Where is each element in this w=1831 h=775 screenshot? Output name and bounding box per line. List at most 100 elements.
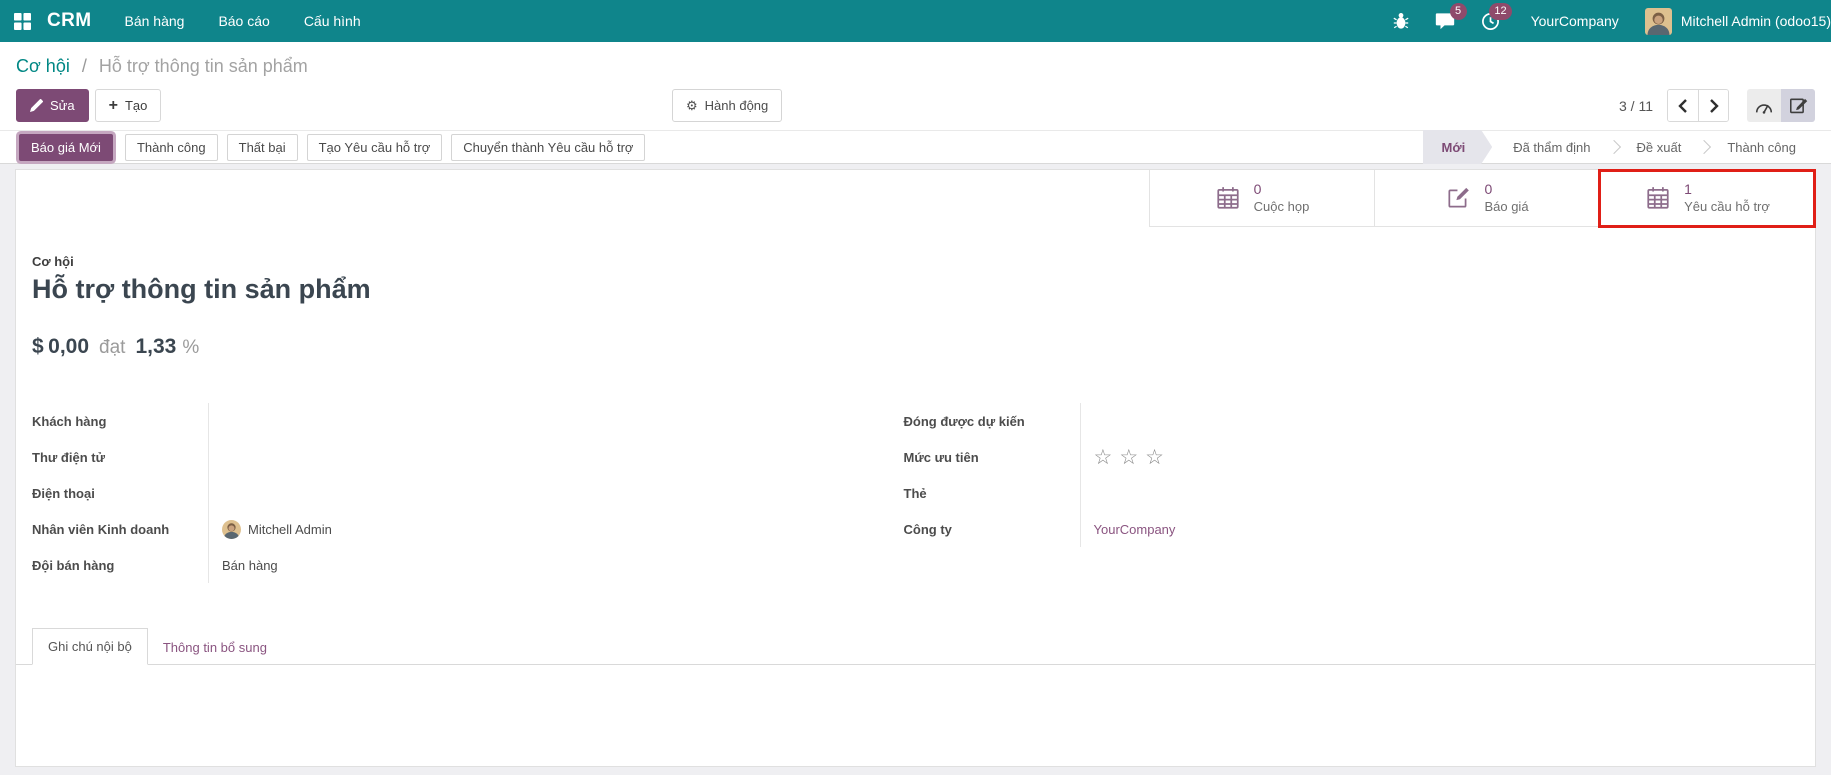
activities-button[interactable]: 12	[1468, 0, 1513, 42]
stage-moi[interactable]: Mới	[1423, 130, 1493, 164]
field-label-phone: Điện thoại	[32, 485, 95, 501]
app-name[interactable]: CRM	[47, 10, 91, 32]
statusbar-button-thanh-cong[interactable]: Thành công	[124, 133, 218, 161]
field-row: Thư điện tử	[32, 439, 904, 475]
pager-next-button[interactable]	[1698, 90, 1728, 121]
stat-helpdesk-value: 1	[1684, 181, 1692, 198]
stage-da-tham-dinh-label: Đã thẩm định	[1513, 139, 1591, 155]
notebook-tabs: Ghi chú nội bộ Thông tin bổ sung	[16, 628, 1815, 665]
stat-button-helpdesk[interactable]: 1 Yêu cầu hỗ trợ	[1598, 169, 1816, 228]
field-label-tags: Thẻ	[903, 485, 927, 501]
currency-symbol: $	[32, 335, 44, 358]
stat-button-quotations[interactable]: 0 Báo giá	[1374, 170, 1599, 227]
action-menu-label: Hành động	[704, 98, 769, 113]
action-menu-button[interactable]: ⚙ Hành động	[672, 89, 783, 122]
pager-buttons	[1667, 89, 1729, 122]
field-value-email	[208, 439, 904, 475]
field-value-salesperson: Mitchell Admin	[208, 511, 904, 547]
pager-counter: 3 / 11	[1619, 97, 1653, 114]
stage-de-xuat[interactable]: Đề xuất	[1616, 130, 1703, 164]
breadcrumb-parent[interactable]: Cơ hội	[16, 56, 70, 76]
stat-meetings-label: Cuộc họp	[1253, 198, 1310, 214]
menu-cau-hinh[interactable]: Cấu hình	[287, 0, 378, 42]
company-switcher[interactable]: YourCompany	[1513, 13, 1637, 29]
tab-internal-notes[interactable]: Ghi chú nội bộ	[32, 628, 148, 665]
field-row: Thẻ	[904, 475, 1776, 511]
field-value-tags	[1079, 475, 1776, 511]
form-view-button[interactable]	[1781, 89, 1815, 122]
stage-thanh-cong[interactable]: Thành công	[1706, 130, 1817, 164]
statusbar-button-that-bai[interactable]: Thất bại	[226, 133, 298, 161]
breadcrumb: Cơ hội / Hỗ trợ thông tin sản phẩm	[16, 56, 1815, 77]
view-switcher	[1747, 89, 1815, 122]
priority-stars: ☆ ☆ ☆	[1094, 447, 1164, 468]
field-value-phone	[208, 475, 904, 511]
breadcrumb-current: Hỗ trợ thông tin sản phẩm	[98, 56, 308, 76]
apps-menu-button[interactable]	[0, 0, 41, 42]
field-row: Mức ưu tiên ☆ ☆ ☆	[904, 439, 1776, 475]
tab-extra-info[interactable]: Thông tin bổ sung	[148, 630, 282, 665]
probability-value: 1,33	[135, 335, 177, 358]
field-label-customer: Khách hàng	[32, 413, 107, 429]
kanban-view-button[interactable]	[1747, 89, 1781, 122]
create-button-label: Tạo	[124, 98, 148, 113]
messages-badge: 5	[1449, 3, 1467, 20]
stat-button-meetings[interactable]: 0 Cuộc họp	[1149, 170, 1374, 227]
top-navbar: CRM Bán hàng Báo cáo Cấu hình 5 12 YourC…	[0, 0, 1831, 42]
field-label-expected-closing: Đóng được dự kiến	[903, 413, 1025, 429]
user-menu[interactable]: Mitchell Admin (odoo15)	[1637, 7, 1831, 35]
field-label-priority: Mức ưu tiên	[903, 449, 979, 465]
star-icon[interactable]: ☆	[1145, 447, 1164, 468]
form-edit-icon	[1789, 97, 1808, 114]
salesperson-name: Mitchell Admin	[248, 521, 332, 537]
stage-da-tham-dinh[interactable]: Đã thẩm định	[1492, 130, 1611, 164]
user-avatar	[1644, 7, 1672, 35]
stat-helpdesk-label: Yêu cầu hỗ trợ	[1684, 198, 1770, 214]
percent-sign: %	[182, 337, 200, 358]
create-button[interactable]: + Tạo	[94, 89, 162, 122]
activities-badge: 12	[1489, 3, 1512, 20]
field-value-priority: ☆ ☆ ☆	[1079, 439, 1776, 475]
plus-icon: +	[108, 96, 118, 114]
company-link[interactable]: YourCompany	[1094, 522, 1176, 537]
field-row: Nhân viên Kinh doanh Mitchell Admin	[32, 511, 904, 547]
field-row: Đóng được dự kiến	[904, 403, 1776, 439]
bug-icon	[1393, 12, 1409, 30]
gear-icon: ⚙	[686, 97, 698, 113]
menu-ban-hang[interactable]: Bán hàng	[107, 0, 201, 42]
statusbar-button-chuyen-thanh-yeu-cau[interactable]: Chuyển thành Yêu cầu hỗ trợ	[451, 133, 646, 161]
field-group-left: Khách hàng Thư điện tử Điện thoại Nhân v…	[32, 403, 904, 583]
control-panel: Cơ hội / Hỗ trợ thông tin sản phẩm Sửa +…	[0, 42, 1831, 130]
menu-bao-cao[interactable]: Báo cáo	[201, 0, 286, 42]
statusbar-button-tao-yeu-cau[interactable]: Tạo Yêu cầu hỗ trợ	[306, 133, 443, 161]
debug-button[interactable]	[1380, 0, 1422, 42]
messages-button[interactable]: 5	[1422, 0, 1468, 42]
stat-meetings-value: 0	[1253, 181, 1262, 198]
statusbar-buttons: Báo giá Mới Thành công Thất bại Tạo Yêu …	[16, 133, 646, 161]
record-type-label: Cơ hội	[32, 254, 74, 269]
field-row: Khách hàng	[32, 403, 904, 439]
star-icon[interactable]: ☆	[1119, 447, 1138, 468]
pager-previous-button[interactable]	[1668, 90, 1698, 121]
stat-quotations-label: Báo giá	[1484, 198, 1529, 214]
pager-area: 3 / 11	[1619, 89, 1815, 122]
field-label-company: Công ty	[903, 521, 952, 537]
navbar-right: 5 12 YourCompany Mitchell Admin (odoo15)	[1380, 0, 1831, 42]
star-icon[interactable]: ☆	[1094, 447, 1113, 468]
field-value-sales-team: Bán hàng	[208, 547, 904, 583]
field-row: Công ty YourCompany	[904, 511, 1776, 547]
user-name: Mitchell Admin (odoo15)	[1680, 13, 1831, 29]
stat-quotations-value: 0	[1484, 181, 1493, 198]
stat-button-box: 0 Cuộc họp 0 Báo giá 1 Yêu cầu hỗ trợ	[1149, 169, 1816, 228]
statusbar-button-bao-gia-moi[interactable]: Báo giá Mới	[19, 133, 113, 161]
breadcrumb-divider: /	[81, 56, 87, 76]
stage-de-xuat-label: Đề xuất	[1636, 139, 1682, 155]
field-label-email: Thư điện tử	[32, 449, 105, 465]
field-group-right: Đóng được dự kiến Mức ưu tiên ☆ ☆ ☆ Thẻ …	[904, 403, 1816, 583]
apps-grid-icon	[14, 12, 31, 30]
edit-button[interactable]: Sửa	[16, 89, 89, 122]
chevron-right-icon	[1709, 98, 1719, 113]
field-groups: Khách hàng Thư điện tử Điện thoại Nhân v…	[16, 403, 1815, 583]
form-sheet: 0 Cuộc họp 0 Báo giá 1 Yêu cầu hỗ trợ Cơ…	[15, 169, 1816, 767]
control-panel-buttons: Sửa + Tạo ⚙ Hành động 3 / 11	[16, 89, 1815, 122]
